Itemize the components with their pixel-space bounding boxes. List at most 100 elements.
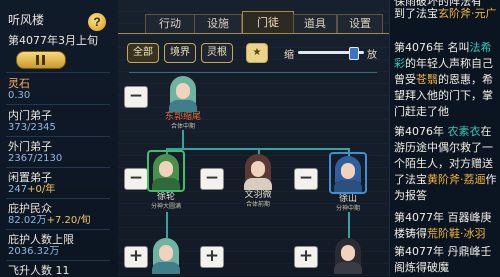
help-button[interactable]: ? [88,13,106,31]
expand-button[interactable]: + [294,246,318,268]
avatar-robe [169,100,197,112]
log-entry: 第4076年 农素衣在游历途中偶尔救了一个陌生人，对方赠送了法宝黄阶斧·荔逦作为… [394,124,498,204]
idle-delta: +0/年 [27,184,56,195]
protected-delta: +7.20/旬 [46,215,91,226]
disciple-name: 文羽微 [244,190,272,200]
divider [6,229,110,230]
avatar-face [159,161,173,177]
log-text: 玄阶斧·元广 [438,7,497,20]
flying-value: 11 [55,264,70,277]
disciple-node-top[interactable]: 东郭缩尾 合体中期 [153,74,213,131]
protect-limit-value: 2036.32万 [8,246,60,257]
filter-realm-button[interactable]: 境界 [164,43,196,63]
tab-disciples[interactable]: 门徒 [242,11,294,34]
idle-disciples-label: 闲置弟子 [8,171,52,184]
avatar [166,74,200,112]
avatar-face [251,161,265,177]
tab-items[interactable]: 道具 [293,14,337,33]
log-text: 第4077年 丹鼎峰壬阁炼得破魔 [394,245,492,274]
disciple-node-child[interactable] [136,236,196,274]
event-log[interactable]: 保雨破坏的阵法有 到了法宝玄阶斧·元广 第4076年 名叫法希彩的年轻人声称自己… [389,0,500,276]
collapse-button[interactable]: − [294,168,318,190]
zoom-slider-handle[interactable] [349,47,360,60]
tree-line [348,212,350,238]
log-text: 第4076年 名叫 [394,41,470,54]
filter-root-button[interactable]: 灵根 [201,43,233,63]
divider [6,198,110,199]
avatar-robe [152,262,180,274]
collapse-button[interactable]: − [124,86,148,108]
pause-icon [36,55,39,65]
status-panel: 听风楼 ? 第4077年3月上旬 灵石 0.30 内门弟子 373/2345 外… [0,0,119,277]
stone-value: 0.30 [8,90,30,102]
disciple-realm: 分神中期 [335,205,360,212]
avatar [241,152,275,190]
disciple-name: 东郭缩尾 [164,112,201,122]
avatar-face [159,245,173,261]
divider [6,167,110,168]
star-icon[interactable]: ★ [246,43,268,63]
tree-line [129,72,377,73]
flying-label: 飞升人数 [8,264,52,277]
avatar [331,236,365,274]
log-text: 黄阶斧·荔逦 [427,173,486,186]
filter-all-button[interactable]: 全部 [127,43,159,63]
tab-actions[interactable]: 行动 [145,14,195,33]
disciple-tree-panel: 行动 设施 门徒 道具 设置 全部 境界 灵根 ★ 缩 放 − − − − + … [118,0,389,276]
divider [6,104,110,105]
avatar [147,150,185,192]
stone-label: 灵石 [8,77,30,90]
divider [6,260,110,261]
idle-count: 247 [8,184,28,195]
pause-button[interactable] [16,51,66,69]
tab-settings[interactable]: 设置 [337,14,383,33]
log-entry: 第4077年 百器峰庚楼铸得荒阶鞋·冰羽 [394,210,498,242]
avatar-robe [244,178,272,190]
avatar [149,236,183,274]
log-text: 到了法宝 [394,7,438,20]
log-text: 农素衣 [447,125,481,138]
stone-amount: 0.30 [8,90,31,101]
disciple-name: 徐轮 [156,192,175,202]
avatar-face [341,245,355,261]
avatar-robe [152,178,180,190]
tab-underline [118,33,389,34]
log-text: 苍翳 [416,73,438,86]
divider [6,136,110,137]
log-text: 荒阶鞋·冰羽 [427,227,486,240]
tab-facilities[interactable]: 设施 [194,14,242,33]
avatar [329,152,367,194]
zoom-in-label: 放 [367,50,377,61]
disciple-realm: 合体中期 [170,123,195,130]
sect-name: 听风楼 [8,13,45,27]
log-entry: 到了法宝玄阶斧·元广 [394,6,498,22]
game-date: 第4077年3月上旬 [8,34,98,47]
outer-disciples-value: 2367/2130 [8,153,63,164]
collapse-button[interactable]: − [200,168,224,190]
protect-limit-label: 庇护人数上限 [8,233,74,246]
avatar-face [176,83,190,99]
protected-count: 82.02万 [8,215,47,226]
disciple-node-left[interactable]: 徐轮 分神大圆满 [136,150,196,211]
disciple-node-right[interactable]: 徐山 分神中期 [318,152,378,213]
log-entry: 第4076年 名叫法希彩的年轻人声称自己曾受苍翳的恩惠，希望拜入他的门下，掌门赶… [394,40,498,120]
log-text: 第4076年 [394,125,448,138]
zoom-out-label: 缩 [284,50,294,61]
divider [6,72,110,73]
disciple-realm: 分神大圆满 [150,203,181,210]
tree-line [166,212,168,238]
avatar-robe [334,180,362,192]
disciple-name: 徐山 [338,194,357,204]
disciple-node-middle[interactable]: 文羽微 合体前期 [228,152,288,209]
idle-disciples-value: 247+0/年 [8,184,55,196]
inner-disciples-value: 373/2345 [8,122,56,133]
disciple-realm: 合体前期 [245,201,270,208]
outer-disciples-label: 外门弟子 [8,140,52,153]
expand-button[interactable]: + [200,246,224,268]
avatar-robe [334,262,362,274]
protected-people-value: 82.02万+7.20/旬 [8,215,91,227]
inner-disciples-label: 内门弟子 [8,109,52,122]
zoom-slider[interactable] [298,47,364,60]
avatar-face [341,163,355,179]
disciple-node-child[interactable] [318,236,378,274]
